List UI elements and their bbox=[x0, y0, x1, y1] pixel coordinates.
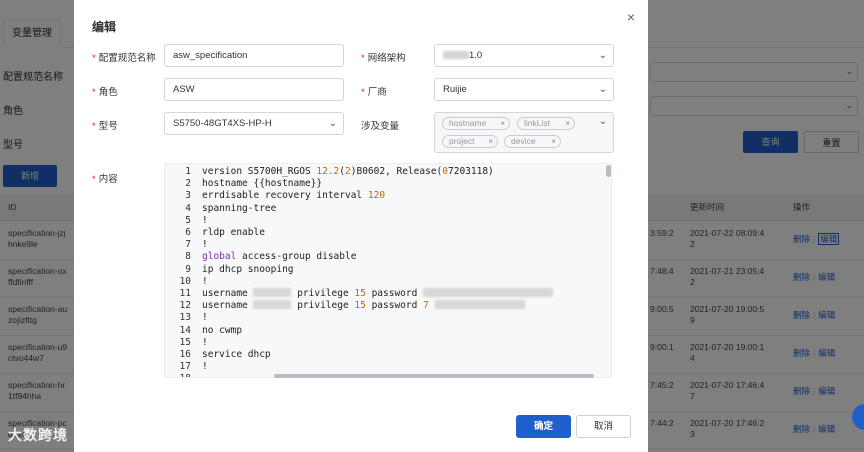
field-label-variables: 涉及变量 bbox=[361, 121, 400, 132]
close-icon[interactable]: × bbox=[500, 118, 505, 129]
tag-linklist: linkList × bbox=[517, 117, 575, 130]
spec-name-input[interactable]: asw_specification bbox=[164, 44, 344, 67]
tag-hostname: hostname × bbox=[442, 117, 510, 130]
edit-dialog: 编辑 × * 配置规范名称 asw_specification * 网络架构 1.0… bbox=[74, 0, 648, 452]
code-line: username privilege 15 password bbox=[202, 288, 554, 300]
tag-project: project × bbox=[442, 135, 498, 148]
chevron-down-icon: ⌄ bbox=[598, 116, 607, 127]
code-line: ! bbox=[202, 361, 208, 373]
line-number: 11 bbox=[179, 288, 191, 299]
field-label-vendor: * 厂商 bbox=[361, 87, 387, 98]
line-number: 8 bbox=[185, 251, 191, 263]
variables-multiselect[interactable]: hostname × linkList × project × device × ⌄ bbox=[434, 112, 614, 153]
confirm-button[interactable]: 确定 bbox=[516, 415, 571, 438]
code-line: version S5700H_RGOS 12.2(2)B0602, Releas… bbox=[202, 166, 494, 177]
code-line: spanning-tree bbox=[202, 202, 277, 214]
horizontal-scrollbar[interactable] bbox=[274, 374, 594, 378]
code-line: ! bbox=[202, 275, 208, 287]
code-line: ! bbox=[202, 312, 208, 324]
code-editor[interactable]: 1 2 3 4 5 6 7 8 9 10 11 12 13 14 15 16 1… bbox=[164, 163, 612, 378]
code-line: global access-group disable bbox=[202, 251, 357, 263]
code-line: errdisable recovery interval 120 bbox=[202, 190, 386, 202]
line-number: 16 bbox=[179, 349, 191, 360]
redacted-text bbox=[443, 51, 469, 59]
code-line: no cwmp bbox=[202, 324, 243, 336]
line-number: 6 bbox=[185, 227, 191, 238]
line-number: 10 bbox=[179, 275, 191, 287]
chevron-down-icon: ⌄ bbox=[598, 84, 607, 95]
cancel-button[interactable]: 取消 bbox=[576, 415, 631, 438]
code-line: ip dhcp snooping bbox=[202, 263, 294, 275]
line-number: 5 bbox=[185, 214, 191, 226]
line-number: 12 bbox=[179, 300, 191, 312]
chevron-down-icon: ⌄ bbox=[598, 50, 607, 61]
field-label-spec-name: * 配置规范名称 bbox=[92, 53, 156, 64]
line-number: 2 bbox=[185, 178, 191, 190]
code-line: ! bbox=[202, 239, 208, 251]
line-number: 17 bbox=[179, 361, 191, 373]
line-number: 1 bbox=[185, 166, 191, 177]
watermark-logo: 大数跨境 bbox=[8, 427, 68, 443]
close-icon[interactable]: × bbox=[565, 118, 570, 129]
line-number-gutter: 1 2 3 4 5 6 7 8 9 10 11 12 13 14 15 16 1… bbox=[165, 164, 193, 377]
chevron-down-icon: ⌄ bbox=[328, 118, 337, 129]
line-number: 3 bbox=[185, 190, 191, 202]
line-number: 15 bbox=[179, 336, 191, 348]
close-icon[interactable]: × bbox=[488, 136, 493, 147]
code-line: hostname {{hostname}} bbox=[202, 178, 323, 190]
vendor-select[interactable]: Ruijie ⌄ bbox=[434, 78, 614, 101]
role-input[interactable]: ASW bbox=[164, 78, 344, 101]
vertical-scrollbar[interactable] bbox=[606, 165, 611, 177]
line-number: 13 bbox=[179, 312, 191, 324]
network-arch-select[interactable]: 1.0 ⌄ bbox=[434, 44, 614, 67]
close-icon[interactable]: × bbox=[551, 136, 556, 147]
code-line: username privilege 15 password 7 bbox=[202, 300, 525, 312]
line-number: 7 bbox=[185, 239, 191, 251]
tag-device: device × bbox=[504, 135, 561, 148]
line-number: 9 bbox=[185, 263, 191, 275]
line-number: 4 bbox=[185, 202, 191, 214]
line-number: 14 bbox=[179, 324, 191, 336]
model-select[interactable]: S5750-48GT4XS-HP-H ⌄ bbox=[164, 112, 344, 135]
field-label-content: * 内容 bbox=[92, 174, 118, 185]
line-number: 18 bbox=[165, 373, 191, 377]
field-label-role: * 角色 bbox=[92, 87, 118, 98]
field-label-network-arch: * 网络架构 bbox=[361, 53, 406, 64]
code-line: ! bbox=[202, 336, 208, 348]
field-label-model: * 型号 bbox=[92, 121, 118, 132]
code-line: ! bbox=[202, 214, 208, 226]
close-icon[interactable]: × bbox=[623, 9, 639, 25]
dialog-title: 编辑 bbox=[92, 20, 117, 34]
code-line: rldp enable bbox=[202, 227, 265, 238]
code-line: service dhcp bbox=[202, 349, 271, 360]
